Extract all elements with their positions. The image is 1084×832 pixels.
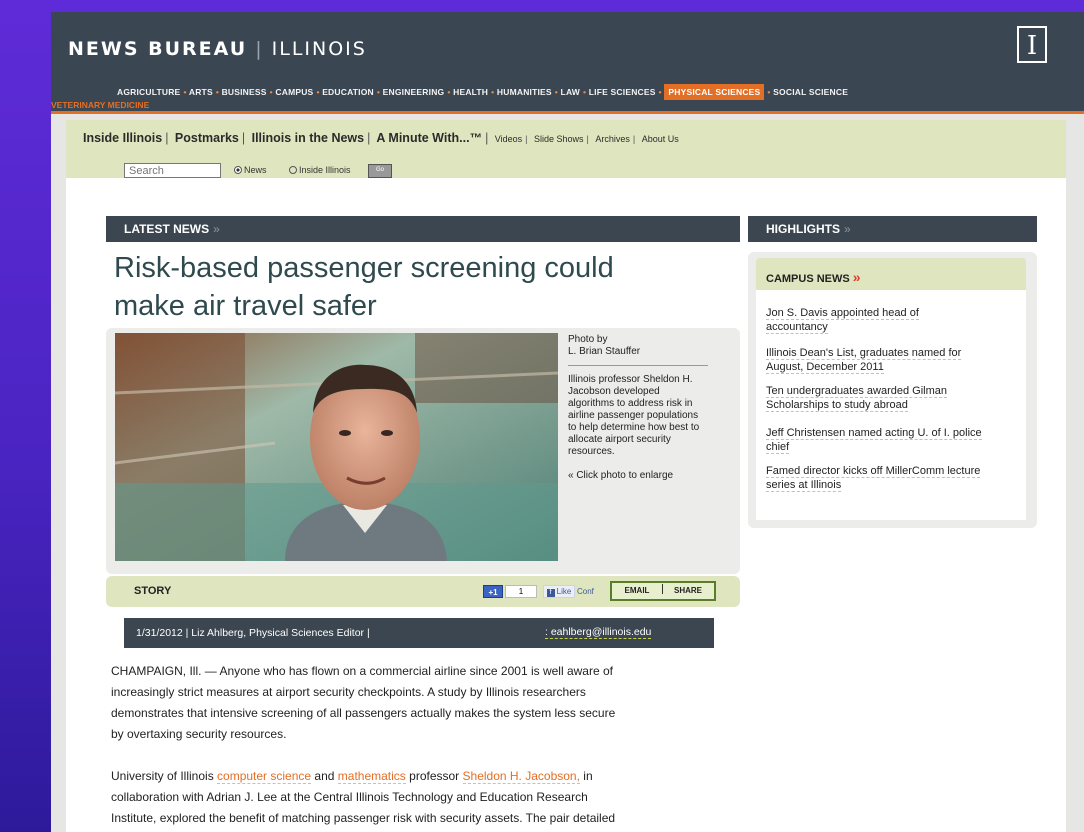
radio-selected-icon	[234, 166, 242, 174]
photo-sidebar: Photo by L. Brian Stauffer Illinois prof…	[568, 334, 708, 482]
highlights-title: HIGHLIGHTS	[766, 222, 840, 236]
latest-news-title: LATEST NEWS	[124, 222, 210, 236]
story-paragraph-1: CHAMPAIGN, Ill. — Anyone who has flown o…	[111, 664, 616, 741]
campus-news-item[interactable]: Famed director kicks off MillerComm lect…	[766, 464, 1016, 492]
content-frame: Inside Illinois | Postmarks | Illinois in …	[66, 120, 1066, 832]
like-label: Like	[556, 587, 572, 596]
nav-health[interactable]: HEALTH	[453, 87, 488, 97]
byline-date-author: 1/31/2012 | Liz Ahlberg, Physical Scienc…	[136, 627, 370, 639]
nav-business[interactable]: BUSINESS	[222, 87, 267, 97]
radio-news[interactable]: News	[234, 165, 267, 175]
link-mathematics[interactable]: mathematics	[337, 769, 406, 784]
share-button[interactable]: SHARE	[663, 583, 713, 599]
link-archives[interactable]: Archives	[595, 134, 630, 144]
campus-news-list: Jon S. Davis appointed head of accountanc…	[756, 290, 1026, 520]
radio-unselected-icon	[289, 166, 297, 174]
photo-box: Photo by L. Brian Stauffer Illinois prof…	[106, 328, 740, 574]
campus-news-item[interactable]: Illinois Dean's List, graduates named fo…	[766, 346, 1016, 374]
nav-engineering[interactable]: ENGINEERING	[383, 87, 445, 97]
topic-nav: AGRICULTURE • ARTS • BUSINESS • CAMPUS • EDU…	[51, 84, 1084, 111]
facebook-icon: f	[546, 589, 555, 597]
nav-education[interactable]: EDUCATION	[322, 87, 374, 97]
radio-news-label: News	[244, 165, 267, 175]
article-headline: Risk-based passenger screening could make…	[114, 252, 614, 322]
illinois-logo-icon[interactable]: I	[1017, 26, 1047, 63]
nav-physical-sciences[interactable]: PHYSICAL SCIENCES	[664, 84, 765, 100]
link-videos[interactable]: Videos	[495, 134, 522, 144]
google-plus-one-button[interactable]: +1	[483, 585, 503, 598]
brand-subtitle: ILLINOIS	[271, 38, 367, 60]
chevron-right-icon: »	[852, 269, 861, 285]
nav-veterinary-medicine[interactable]: VETERINARY MEDICINE	[51, 100, 149, 110]
article-photo[interactable]	[115, 333, 558, 561]
facebook-like-button[interactable]: f Like	[543, 585, 575, 598]
site-brand[interactable]: NEWS BUREAU | ILLINOIS	[68, 38, 367, 60]
highlights-box: CAMPUS NEWS » Jon S. Davis appointed hea…	[748, 252, 1037, 528]
email-share-buttons: EMAIL SHARE	[610, 581, 716, 601]
campus-news-header[interactable]: CAMPUS NEWS »	[756, 258, 1026, 290]
story-label: STORY	[134, 585, 172, 597]
link-computer-science[interactable]: computer science	[217, 769, 312, 784]
link-slide-shows[interactable]: Slide Shows	[534, 134, 584, 144]
chevron-right-icon: »	[844, 222, 851, 236]
photo-credit-name: L. Brian Stauffer	[568, 346, 641, 357]
link-a-minute-with[interactable]: A Minute With...™	[376, 131, 482, 145]
nav-agriculture[interactable]: AGRICULTURE	[117, 87, 180, 97]
email-button[interactable]: EMAIL	[612, 583, 662, 599]
link-postmarks[interactable]: Postmarks	[175, 131, 239, 145]
chevron-right-icon: »	[213, 222, 220, 236]
campus-news-item[interactable]: Jeff Christensen named acting U. of I. p…	[766, 426, 1016, 454]
browser-page: NEWS BUREAU | ILLINOIS I AGRICULTURE • ARTS…	[51, 12, 1084, 832]
orange-divider	[51, 111, 1084, 114]
radio-inside-label: Inside Illinois	[299, 165, 351, 175]
link-about-us[interactable]: About Us	[642, 134, 679, 144]
photo-caption: Illinois professor Sheldon H. Jacobson d…	[568, 374, 700, 457]
nav-life-sciences[interactable]: LIFE SCIENCES	[589, 87, 656, 97]
confirm-link[interactable]: Conf	[577, 587, 594, 596]
photo-credit-label: Photo by	[568, 334, 608, 345]
link-inside-illinois[interactable]: Inside Illinois	[83, 131, 162, 145]
sub-navigation: Inside Illinois | Postmarks | Illinois in …	[66, 120, 1066, 178]
nav-arts[interactable]: ARTS	[189, 87, 213, 97]
masthead: NEWS BUREAU | ILLINOIS I AGRICULTURE • ARTS…	[51, 12, 1084, 111]
enlarge-photo-link[interactable]: « Click photo to enlarge	[568, 470, 708, 482]
plus-one-count: 1	[505, 585, 537, 598]
campus-news-item[interactable]: Ten undergraduates awarded Gilman Scholar…	[766, 384, 1016, 412]
search-input[interactable]	[124, 163, 221, 178]
nav-law[interactable]: LAW	[561, 87, 580, 97]
latest-news-header[interactable]: LATEST NEWS»	[106, 216, 740, 242]
portrait-image	[115, 333, 558, 561]
story-paragraph-2: University of Illinois computer science …	[111, 769, 616, 825]
nav-social-science[interactable]: SOCIAL SCIENCE	[773, 87, 848, 97]
campus-news-item[interactable]: Jon S. Davis appointed head of accountanc…	[766, 306, 1016, 334]
link-sheldon-jacobson[interactable]: Sheldon H. Jacobson,	[462, 769, 580, 784]
divider	[568, 365, 708, 366]
nav-humanities[interactable]: HUMANITIES	[497, 87, 552, 97]
author-email-link[interactable]: : eahlberg@illinois.edu	[545, 626, 652, 639]
story-toolbar: STORY +1 1 f Like Conf EMAIL SHARE	[106, 576, 740, 607]
search-go-button[interactable]: Go	[368, 164, 392, 178]
link-illinois-in-the-news[interactable]: Illinois in the News	[252, 131, 365, 145]
nav-campus[interactable]: CAMPUS	[275, 87, 313, 97]
highlights-header[interactable]: HIGHLIGHTS »	[748, 216, 1037, 242]
campus-news-title: CAMPUS NEWS	[766, 273, 850, 285]
brand-title: NEWS BUREAU	[68, 38, 248, 60]
byline-bar: 1/31/2012 | Liz Ahlberg, Physical Scienc…	[124, 618, 714, 648]
radio-inside-illinois[interactable]: Inside Illinois	[289, 165, 351, 175]
brand-separator: |	[255, 38, 264, 60]
